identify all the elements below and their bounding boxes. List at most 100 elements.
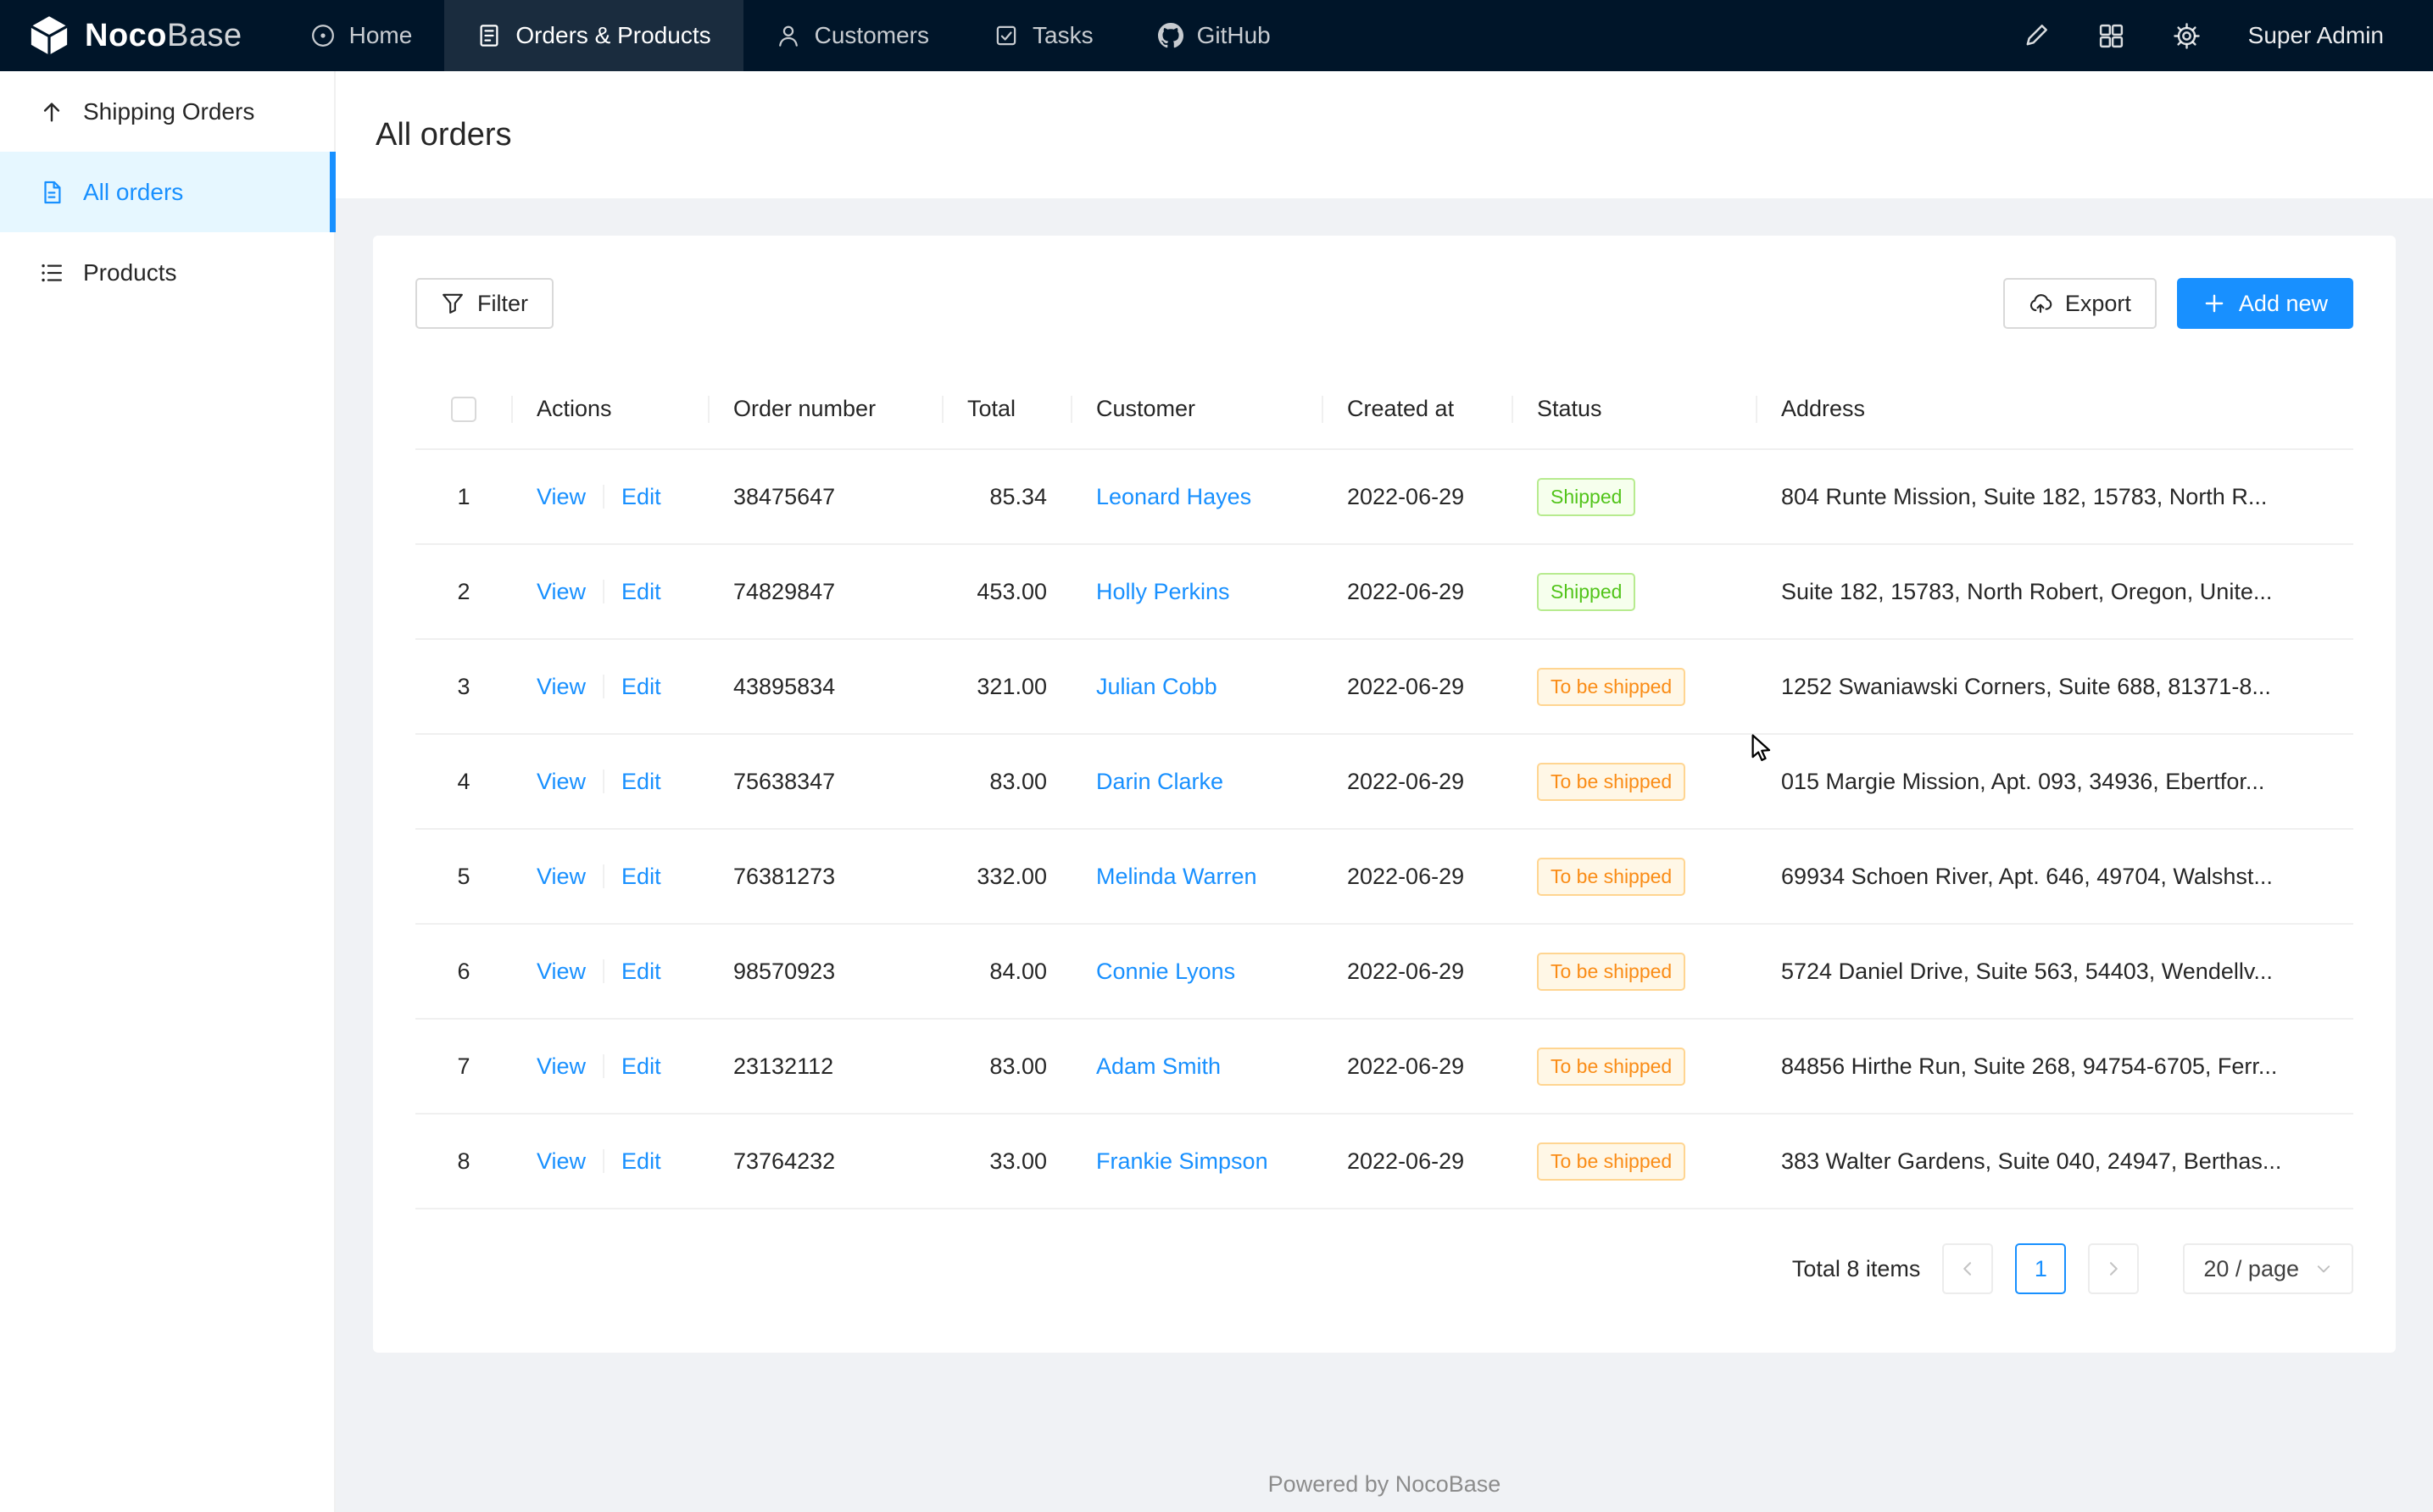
export-button[interactable]: Export: [2003, 278, 2157, 329]
customer-link[interactable]: Connie Lyons: [1096, 959, 1235, 984]
order-number-cell: 23132112: [709, 1019, 943, 1114]
page-size-value: 20 / page: [2203, 1256, 2299, 1282]
order-number-cell: 98570923: [709, 924, 943, 1019]
created-at-cell: 2022-06-29: [1322, 1114, 1512, 1209]
address-cell: 5724 Daniel Drive, Suite 563, 54403, Wen…: [1757, 924, 2353, 1019]
sidebar-item-shipping-orders[interactable]: Shipping Orders: [0, 71, 336, 152]
sidebar-item-label: Shipping Orders: [83, 98, 254, 125]
total-cell: 33.00: [943, 1114, 1072, 1209]
nav-item-github[interactable]: GitHub: [1126, 0, 1303, 71]
customer-link[interactable]: Julian Cobb: [1096, 674, 1217, 699]
orders-icon: [476, 23, 502, 48]
edit-link[interactable]: Edit: [621, 959, 661, 984]
view-link[interactable]: View: [537, 959, 586, 984]
action-divider: [603, 675, 604, 698]
address-cell: Suite 182, 15783, North Robert, Oregon, …: [1757, 544, 2353, 639]
edit-link[interactable]: Edit: [621, 484, 661, 509]
order-number-cell: 38475647: [709, 449, 943, 544]
add-new-button-label: Add new: [2239, 291, 2328, 317]
view-link[interactable]: View: [537, 579, 586, 604]
customer-link[interactable]: Adam Smith: [1096, 1053, 1221, 1079]
sidebar-item-products[interactable]: Products: [0, 232, 336, 313]
customer-link[interactable]: Leonard Hayes: [1096, 484, 1251, 509]
edit-link[interactable]: Edit: [621, 769, 661, 794]
plugins-button[interactable]: [2097, 22, 2125, 50]
order-number-cell: 43895834: [709, 639, 943, 734]
row-index: 8: [415, 1114, 512, 1209]
edit-link[interactable]: Edit: [621, 579, 661, 604]
row-index: 5: [415, 829, 512, 924]
page-number-button[interactable]: 1: [2015, 1243, 2066, 1294]
sidebar-item-all-orders[interactable]: All orders: [0, 152, 336, 232]
add-new-button[interactable]: Add new: [2177, 278, 2353, 329]
created-at-cell: 2022-06-29: [1322, 544, 1512, 639]
nav-item-orders-products[interactable]: Orders & Products: [444, 0, 743, 71]
nocobase-logo[interactable]: NocoBase: [0, 0, 278, 71]
nav-label: GitHub: [1197, 22, 1271, 49]
column-header-total: Total: [943, 370, 1072, 449]
nav-item-tasks[interactable]: Tasks: [961, 0, 1126, 71]
created-at-cell: 2022-06-29: [1322, 1019, 1512, 1114]
edit-link[interactable]: Edit: [621, 674, 661, 699]
address-cell: 1252 Swaniawski Corners, Suite 688, 8137…: [1757, 639, 2353, 734]
total-cell: 83.00: [943, 1019, 1072, 1114]
row-index: 2: [415, 544, 512, 639]
grid-icon: [2097, 22, 2125, 50]
sidebar-item-label: Products: [83, 259, 177, 286]
customer-link[interactable]: Holly Perkins: [1096, 579, 1230, 604]
plus-icon: [2202, 292, 2226, 315]
pagination: Total 8 items 1 20 / page: [415, 1243, 2353, 1294]
settings-button[interactable]: [2173, 22, 2201, 50]
view-link[interactable]: View: [537, 864, 586, 889]
customer-link[interactable]: Melinda Warren: [1096, 864, 1257, 889]
next-page-button[interactable]: [2088, 1243, 2139, 1294]
view-link[interactable]: View: [537, 769, 586, 794]
app-root: NocoBase Home Orders & Products Customer…: [0, 0, 2433, 1512]
list-icon: [39, 260, 64, 286]
edit-link[interactable]: Edit: [621, 1148, 661, 1174]
address-cell: 015 Margie Mission, Apt. 093, 34936, Ebe…: [1757, 734, 2353, 829]
row-index: 1: [415, 449, 512, 544]
row-index: 6: [415, 924, 512, 1019]
total-cell: 332.00: [943, 829, 1072, 924]
filter-icon: [441, 292, 465, 315]
gear-icon: [2173, 22, 2201, 50]
toolbar-right: Export Add new: [2003, 278, 2353, 329]
filter-button-label: Filter: [477, 291, 528, 317]
customer-link[interactable]: Darin Clarke: [1096, 769, 1223, 794]
table-row: 8 ViewEdit 73764232 33.00 Frankie Simpso…: [415, 1114, 2353, 1209]
row-index: 7: [415, 1019, 512, 1114]
orders-card: Filter Export: [373, 236, 2396, 1353]
view-link[interactable]: View: [537, 674, 586, 699]
top-navbar: NocoBase Home Orders & Products Customer…: [0, 0, 2433, 71]
status-badge: To be shipped: [1537, 763, 1685, 801]
edit-link[interactable]: Edit: [621, 1053, 661, 1079]
edit-link[interactable]: Edit: [621, 864, 661, 889]
customer-link[interactable]: Frankie Simpson: [1096, 1148, 1268, 1174]
nav-item-customers[interactable]: Customers: [743, 0, 961, 71]
view-link[interactable]: View: [537, 1148, 586, 1174]
row-index: 4: [415, 734, 512, 829]
view-link[interactable]: View: [537, 1053, 586, 1079]
chevron-down-icon: [2314, 1259, 2333, 1278]
action-divider: [603, 770, 604, 793]
chevron-left-icon: [1957, 1259, 1978, 1279]
row-index: 3: [415, 639, 512, 734]
prev-page-button[interactable]: [1942, 1243, 1993, 1294]
export-button-label: Export: [2065, 291, 2131, 317]
created-at-cell: 2022-06-29: [1322, 924, 1512, 1019]
highlighter-icon: [2022, 22, 2050, 50]
order-number-cell: 76381273: [709, 829, 943, 924]
filter-button[interactable]: Filter: [415, 278, 554, 329]
nav-item-home[interactable]: Home: [278, 0, 445, 71]
select-all-checkbox[interactable]: [451, 397, 476, 422]
layout: Shipping Orders All orders Products: [0, 71, 2433, 1512]
table-row: 2 ViewEdit 74829847 453.00 Holly Perkins…: [415, 544, 2353, 639]
ui-editor-button[interactable]: [2022, 22, 2050, 50]
user-menu[interactable]: Super Admin: [2248, 22, 2384, 49]
page-size-select[interactable]: 20 / page: [2183, 1243, 2353, 1294]
total-cell: 321.00: [943, 639, 1072, 734]
sidebar-item-label: All orders: [83, 179, 183, 206]
content-area: Filter Export: [336, 198, 2433, 1512]
view-link[interactable]: View: [537, 484, 586, 509]
